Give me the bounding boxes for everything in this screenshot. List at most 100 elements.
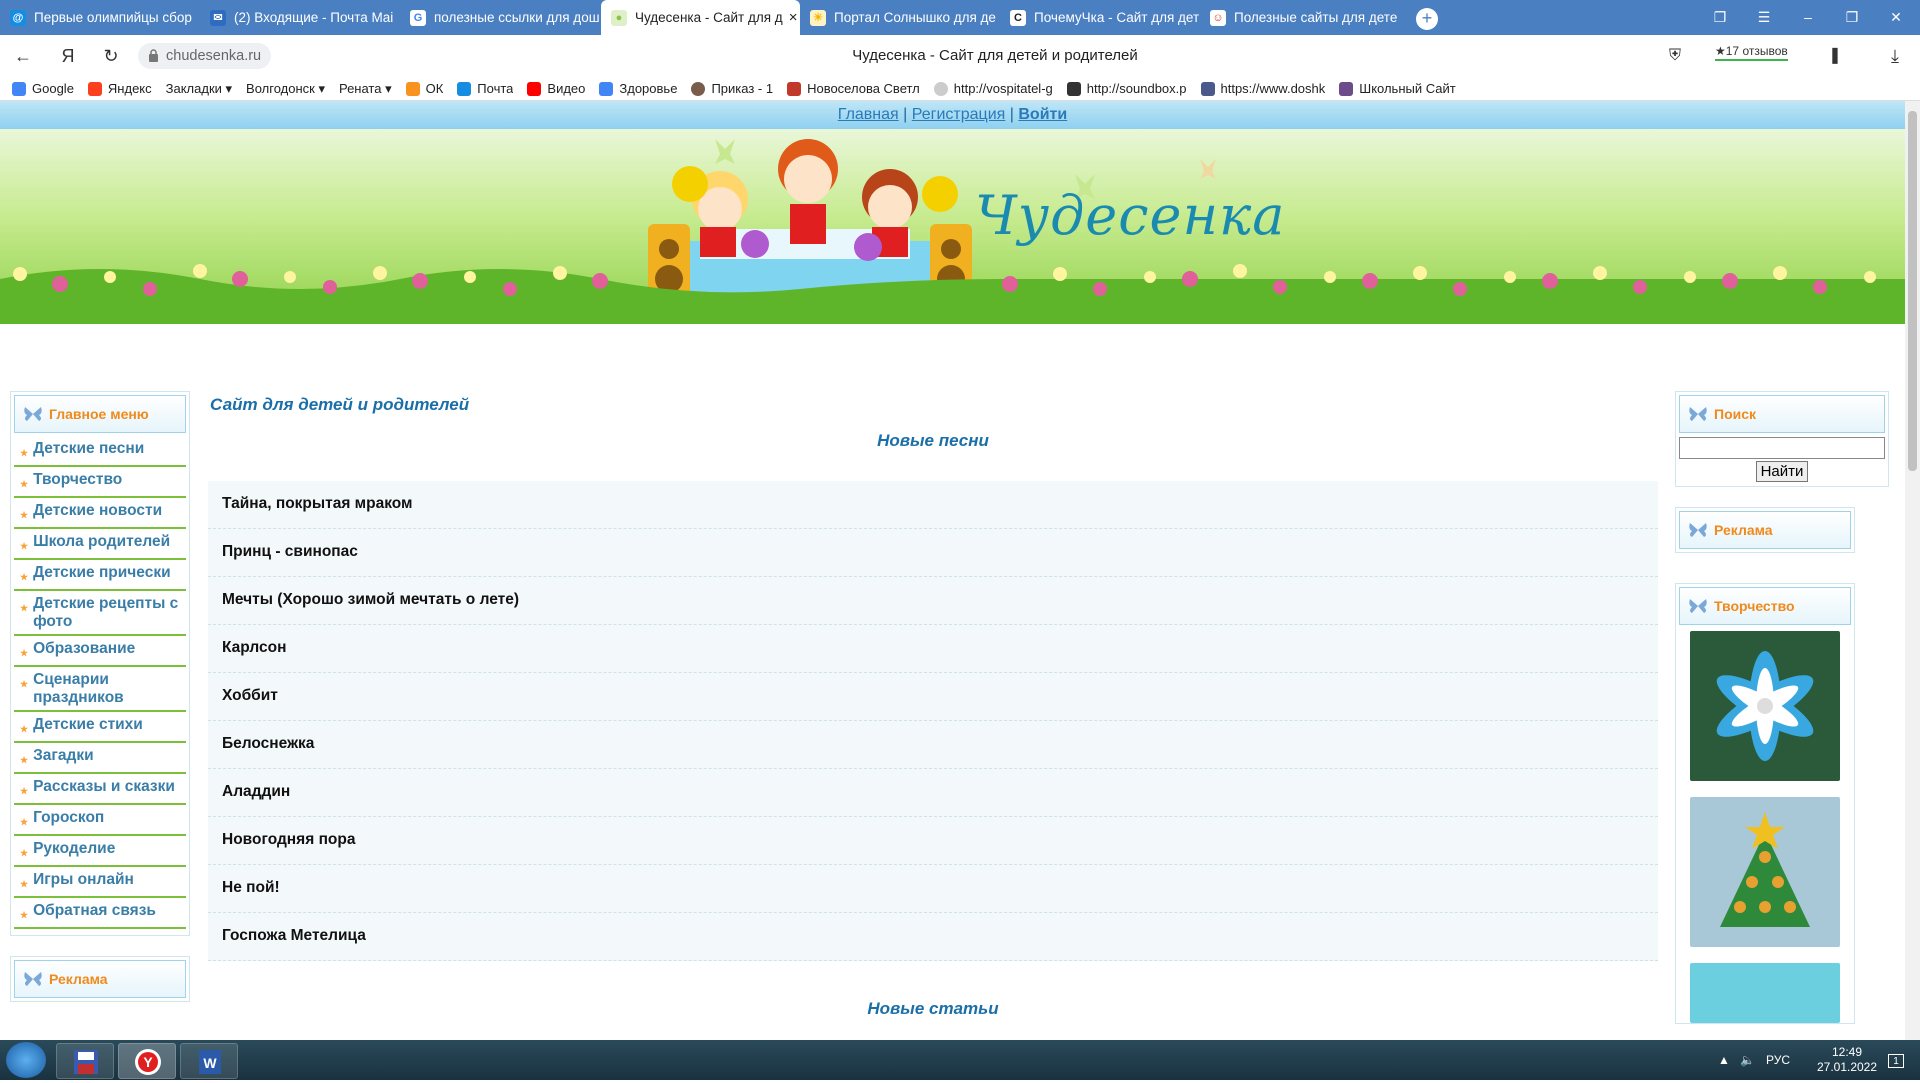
main-menu-item[interactable]: ★ Загадки [14, 743, 186, 774]
close-tab-icon[interactable]: × [783, 9, 798, 26]
main-menu-item[interactable]: ★ Игры онлайн [14, 867, 186, 898]
bookmark-doshk[interactable]: https://www.doshk [1200, 81, 1325, 96]
bookmark-google[interactable]: Google [12, 81, 74, 96]
star-icon: ★ [20, 448, 29, 458]
nav-home-link[interactable]: Главная [838, 106, 899, 123]
bookmark-soundbox[interactable]: http://soundbox.p [1066, 81, 1187, 96]
butterfly-icon [24, 407, 42, 421]
main-menu-item[interactable]: ★ Детские прически [14, 560, 186, 591]
browser-tab[interactable]: ☺ Полезные сайты для дете [1200, 0, 1400, 35]
star-icon: ★ [20, 479, 29, 489]
song-row[interactable]: Принц - свинопас [208, 529, 1658, 577]
bookmark-folder[interactable]: Рената ▾ [339, 81, 392, 97]
reviews-badge[interactable]: ★17 отзывов [1715, 44, 1788, 61]
bookmark-school[interactable]: Школьный Сайт [1339, 81, 1456, 96]
nav-separator: | [903, 106, 908, 123]
search-button[interactable]: Найти [1755, 461, 1809, 482]
tray-arrow-icon[interactable]: ▲ [1718, 1040, 1730, 1080]
url-field[interactable]: chudesenka.ru [138, 43, 272, 69]
bookmark-mail[interactable]: Почта [457, 81, 513, 96]
star-icon: ★ [20, 724, 29, 734]
song-row[interactable]: Хоббит [208, 673, 1658, 721]
browser-tab[interactable]: @ Первые олимпийцы сбор [0, 0, 200, 35]
taskbar-app-save[interactable] [56, 1043, 114, 1079]
bookmark-novoselova[interactable]: Новоселова Светл [787, 81, 920, 96]
main-menu-item[interactable]: ★ Творчество [14, 467, 186, 498]
craft-tree-image[interactable] [1690, 797, 1840, 947]
song-row[interactable]: Мечты (Хорошо зимой мечтать о лете) [208, 577, 1658, 625]
star-icon: ★ [20, 910, 29, 920]
song-row[interactable]: Новогодняя пора [208, 817, 1658, 865]
craft-snowflake-image[interactable] [1690, 631, 1840, 781]
clock[interactable]: 12:49 27.01.2022 [1812, 1040, 1882, 1080]
browser-tab[interactable]: ✉ (2) Входящие - Почта Mai [200, 0, 400, 35]
bookmark-folder[interactable]: Волгодонск ▾ [246, 81, 325, 97]
page-scrollbar[interactable] [1905, 101, 1920, 1040]
browser-tab[interactable]: G полезные ссылки для дош [400, 0, 600, 35]
back-icon[interactable]: ← [10, 43, 36, 69]
main-menu-item[interactable]: ★ Образование [14, 636, 186, 667]
star-icon: ★ [20, 541, 29, 551]
bookmark-ok[interactable]: ОК [405, 81, 443, 96]
bookmark-icon[interactable]: ❚ [1822, 43, 1848, 69]
song-row[interactable]: Белоснежка [208, 721, 1658, 769]
bookmark-folder[interactable]: Закладки ▾ [166, 81, 232, 97]
search-input[interactable] [1679, 437, 1885, 459]
floppy-icon [74, 1050, 98, 1074]
star-icon: ★ [20, 817, 29, 827]
tabs-overview-icon[interactable]: ❐ [1698, 0, 1742, 35]
bookmark-vospitatel[interactable]: http://vospitatel-g [933, 81, 1053, 96]
download-icon[interactable]: ⤓ [1882, 43, 1908, 69]
main-menu-item[interactable]: ★ Детские новости [14, 498, 186, 529]
browser-tab[interactable]: ☀ Портал Солнышко для де [800, 0, 1000, 35]
browser-tab-bar: @ Первые олимпийцы сбор ✉ (2) Входящие -… [0, 0, 1920, 35]
yandex-icon[interactable]: Я [55, 43, 81, 69]
main-menu-item[interactable]: ★ Рассказы и сказки [14, 774, 186, 805]
song-row[interactable]: Карлсон [208, 625, 1658, 673]
bookmark-health[interactable]: Здоровье [599, 81, 677, 96]
craft-tiger-image[interactable] [1690, 963, 1840, 1023]
menu-icon[interactable]: ☰ [1742, 0, 1786, 35]
main-menu-item[interactable]: ★ Детские рецепты с фото [14, 591, 186, 636]
main-menu-item[interactable]: ★ Гороскоп [14, 805, 186, 836]
browser-tab[interactable]: C ПочемуЧка - Сайт для дет [1000, 0, 1200, 35]
notifications-icon[interactable]: 1 [1882, 1040, 1910, 1080]
main-menu-item[interactable]: ★ Детские песни [14, 436, 186, 467]
language-indicator[interactable]: РУС [1766, 1040, 1790, 1080]
main-menu-item[interactable]: ★ Рукоделие [14, 836, 186, 867]
protect-icon[interactable]: ⛨ [1662, 43, 1688, 69]
main-menu-item[interactable]: ★ Сценарии праздников [14, 667, 186, 712]
bookmark-label: http://soundbox.p [1086, 81, 1187, 96]
song-row[interactable]: Тайна, покрытая мраком [208, 481, 1658, 529]
site-heading: Сайт для детей и родителей [210, 395, 470, 414]
new-tab-button[interactable]: + [1416, 8, 1438, 30]
main-menu-item-label: Детские песни [33, 440, 145, 457]
song-row[interactable]: Аладдин [208, 769, 1658, 817]
page-title: Чудесенка - Сайт для детей и родителей [852, 47, 1138, 64]
reload-icon[interactable]: ↻ [98, 43, 124, 69]
minimize-icon[interactable]: – [1786, 0, 1830, 35]
bookmark-label: Новоселова Светл [807, 81, 920, 96]
main-menu-item[interactable]: ★ Детские стихи [14, 712, 186, 743]
taskbar-app-yandex-browser[interactable]: Y [118, 1043, 176, 1079]
main-menu-item[interactable]: ★ Школа родителей [14, 529, 186, 560]
main-menu-item-label: Детские стихи [33, 716, 143, 733]
song-row[interactable]: Не пой! [208, 865, 1658, 913]
maximize-icon[interactable]: ❐ [1830, 0, 1874, 35]
scrollbar-thumb[interactable] [1908, 111, 1917, 471]
bookmark-video[interactable]: Видео [527, 81, 585, 96]
main-menu-item[interactable]: ★ Обратная связь [14, 898, 186, 929]
site-logo[interactable]: Чудесенка [975, 184, 1285, 247]
volume-icon[interactable]: 🔈 [1740, 1040, 1755, 1080]
song-row[interactable]: Госпожа Метелица [208, 913, 1658, 961]
nav-login-link[interactable]: Войти [1018, 106, 1067, 123]
notification-count: 1 [1888, 1054, 1904, 1068]
nav-register-link[interactable]: Регистрация [912, 106, 1006, 123]
bookmark-yandex[interactable]: Яндекс [87, 81, 152, 96]
close-window-icon[interactable]: ✕ [1874, 0, 1918, 35]
bookmark-label: Почта [477, 81, 514, 96]
browser-tab-active[interactable]: ● Чудесенка - Сайт для д × [601, 0, 800, 35]
taskbar-app-word[interactable]: W [180, 1043, 238, 1079]
start-button[interactable] [6, 1042, 46, 1078]
bookmark-order[interactable]: Приказ - 1 [691, 81, 773, 96]
